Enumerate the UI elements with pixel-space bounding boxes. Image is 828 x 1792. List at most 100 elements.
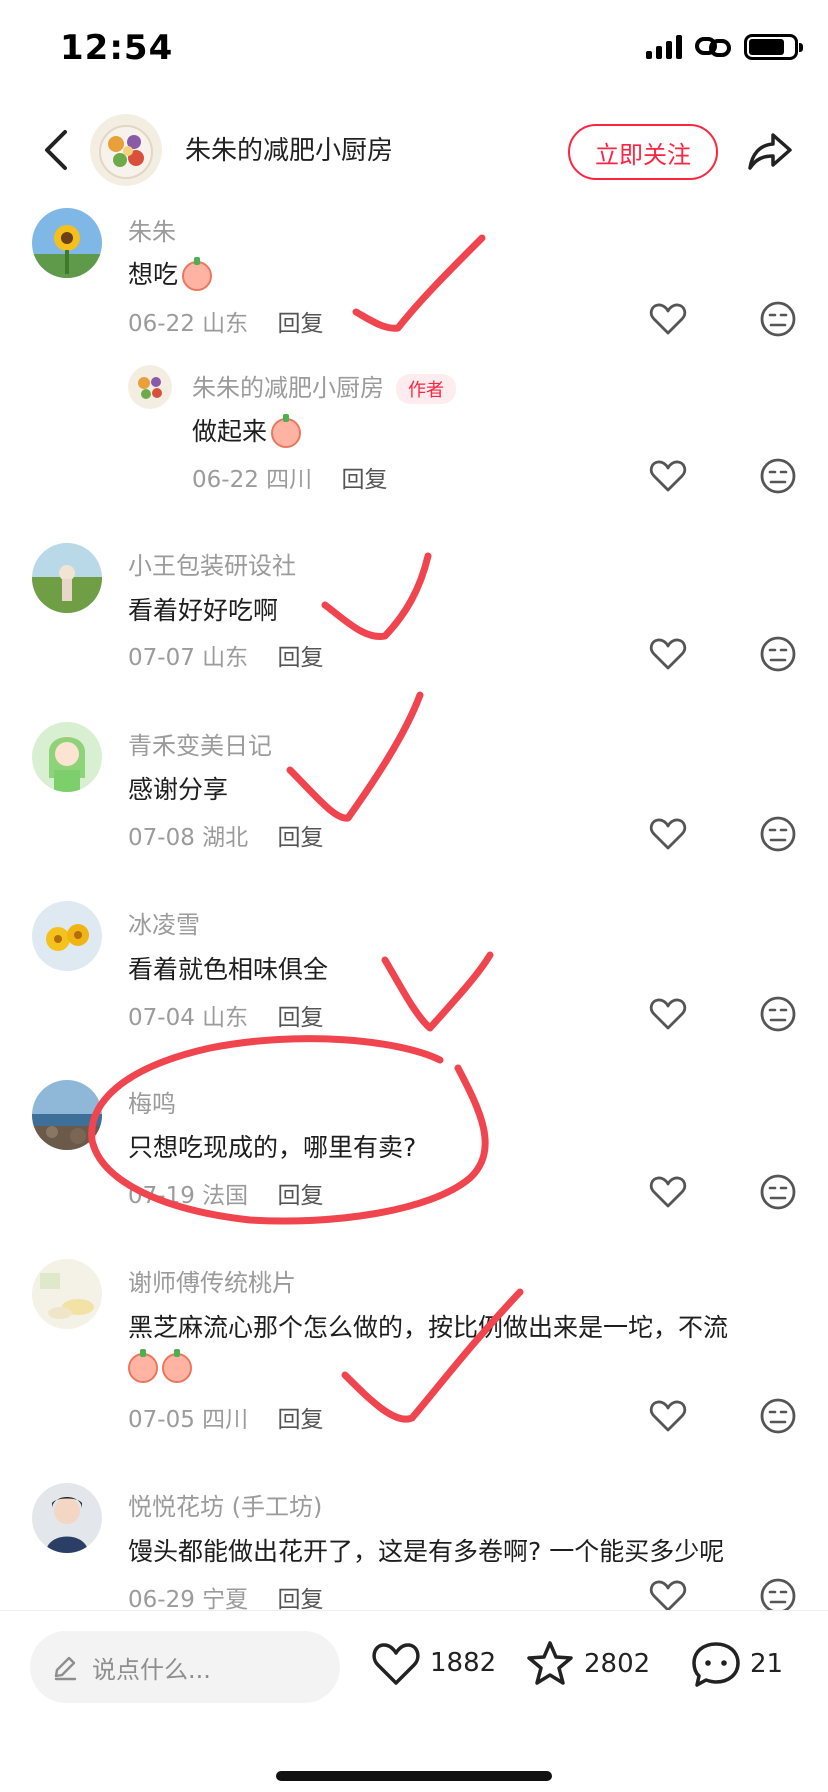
handwritten-annotations	[88, 234, 524, 1423]
dislike-face-icon[interactable]	[758, 456, 798, 496]
back-button[interactable]	[28, 122, 84, 178]
comment-input[interactable]: 说点什么...	[30, 1631, 340, 1703]
comment-meta: 07-07 山东 回复	[128, 638, 323, 672]
star-action[interactable]: 2802	[524, 1639, 650, 1689]
avatar[interactable]	[32, 1259, 102, 1329]
reply-button[interactable]: 回复	[277, 645, 323, 671]
dislike-face-icon[interactable]	[758, 994, 798, 1034]
comment-meta: 06-22 山东 回复	[128, 304, 323, 338]
comment-meta: 06-22 四川 回复	[192, 460, 387, 494]
comment-username[interactable]: 冰凌雪	[128, 905, 200, 940]
share-button[interactable]	[742, 126, 798, 176]
heart-icon[interactable]	[648, 994, 688, 1034]
comment-username[interactable]: 朱朱	[128, 212, 176, 247]
comment-meta: 07-05 四川 回复	[128, 1400, 323, 1434]
comment-meta: 07-04 山东 回复	[128, 998, 323, 1032]
author-badge: 作者	[396, 374, 456, 404]
comment-username[interactable]: 小王包装研设社	[128, 546, 296, 581]
checkmark-annotation	[352, 234, 486, 332]
like-count: 1882	[430, 1648, 497, 1678]
comment-date: 07-19	[128, 1183, 195, 1209]
comment-body: 做起来	[192, 417, 268, 446]
comment-text: 看着就色相味俱全	[128, 955, 329, 984]
back-icon	[45, 130, 67, 170]
dislike-face-icon[interactable]	[758, 1396, 798, 1436]
comment-username[interactable]: 朱朱的减肥小厨房 作者	[192, 368, 456, 404]
comment-location: 山东	[202, 645, 249, 671]
share-icon	[748, 133, 792, 170]
reply-button[interactable]: 回复	[277, 825, 323, 851]
avatar[interactable]	[128, 365, 172, 409]
header: 朱朱的减肥小厨房 立即关注	[0, 100, 828, 200]
reply-button[interactable]: 回复	[277, 1005, 323, 1031]
avatar[interactable]	[32, 901, 102, 971]
chat-bubble-icon	[692, 1642, 740, 1687]
comment-location: 四川	[266, 467, 313, 493]
comment-text: 只想吃现成的，哪里有卖?	[128, 1133, 417, 1162]
comment-input-placeholder: 说点什么...	[92, 1655, 211, 1684]
reply-button[interactable]: 回复	[277, 1407, 323, 1433]
dislike-face-icon[interactable]	[758, 299, 798, 339]
comment-username[interactable]: 青禾变美日记	[128, 726, 272, 761]
like-action[interactable]: 1882	[370, 1639, 496, 1687]
hotspot-link-icon	[695, 37, 731, 57]
comment-date: 06-22	[192, 467, 259, 493]
bottom-bar: 说点什么... 1882 2802 21	[0, 1610, 828, 1792]
dislike-face-icon[interactable]	[758, 634, 798, 674]
comment-location: 湖北	[202, 825, 249, 851]
comment-body: 想吃	[128, 260, 179, 289]
comment-meta: 07-19 法国 回复	[128, 1176, 323, 1210]
author-avatar[interactable]	[90, 114, 162, 186]
comment-username[interactable]: 悦悦花坊 (手工坊)	[128, 1487, 322, 1522]
dislike-face-icon[interactable]	[758, 814, 798, 854]
comment-text: 做起来	[192, 412, 302, 448]
home-indicator	[276, 1771, 552, 1781]
avatar[interactable]	[32, 1483, 102, 1553]
reply-button[interactable]: 回复	[341, 467, 387, 493]
avatar[interactable]	[32, 543, 102, 613]
checkmark-annotation	[381, 951, 494, 1032]
comment-location: 四川	[202, 1407, 249, 1433]
battery-icon	[744, 34, 803, 60]
comment-date: 07-04	[128, 1005, 195, 1031]
comment-username[interactable]: 谢师傅传统桃片	[128, 1263, 296, 1298]
comment-date: 07-07	[128, 645, 195, 671]
peach-emoji-icon	[182, 257, 213, 291]
checkmark-annotation	[286, 691, 424, 822]
reply-button[interactable]: 回复	[277, 1183, 323, 1209]
star-icon	[527, 1641, 573, 1685]
heart-icon[interactable]	[648, 814, 688, 854]
status-icons	[646, 34, 803, 60]
comment-date: 07-05	[128, 1407, 195, 1433]
comment-emoji-line	[124, 1349, 192, 1383]
heart-icon	[372, 1643, 420, 1685]
comment-meta: 07-08 湖北 回复	[128, 818, 323, 852]
signal-icon	[646, 35, 682, 59]
peach-emoji-icon	[162, 1349, 192, 1383]
heart-icon[interactable]	[648, 1396, 688, 1436]
heart-icon[interactable]	[648, 634, 688, 674]
comment-username[interactable]: 梅鸣	[128, 1084, 176, 1119]
avatar[interactable]	[32, 722, 102, 792]
heart-icon[interactable]	[648, 299, 688, 339]
comment-text: 看着好好吃啊	[128, 596, 279, 625]
reply-button[interactable]: 回复	[277, 311, 323, 337]
avatar[interactable]	[32, 1080, 102, 1150]
reply-username[interactable]: 朱朱的减肥小厨房	[192, 374, 384, 402]
comment-count: 21	[750, 1649, 784, 1679]
checkmark-annotation	[321, 552, 432, 640]
heart-icon[interactable]	[648, 456, 688, 496]
comment-location: 山东	[202, 1005, 249, 1031]
comment-location: 法国	[202, 1183, 249, 1209]
status-bar: 12:54	[0, 0, 828, 100]
comment-meta: 06-29 宁夏 回复	[128, 1580, 323, 1614]
author-name[interactable]: 朱朱的减肥小厨房	[185, 130, 393, 167]
comment-location: 山东	[202, 311, 249, 337]
avatar[interactable]	[32, 208, 102, 278]
pencil-icon	[54, 1656, 77, 1681]
dislike-face-icon[interactable]	[758, 1172, 798, 1212]
follow-button[interactable]: 立即关注	[568, 124, 718, 180]
comment-action[interactable]: 21	[690, 1639, 783, 1689]
peach-emoji-icon	[271, 414, 302, 448]
heart-icon[interactable]	[648, 1172, 688, 1212]
